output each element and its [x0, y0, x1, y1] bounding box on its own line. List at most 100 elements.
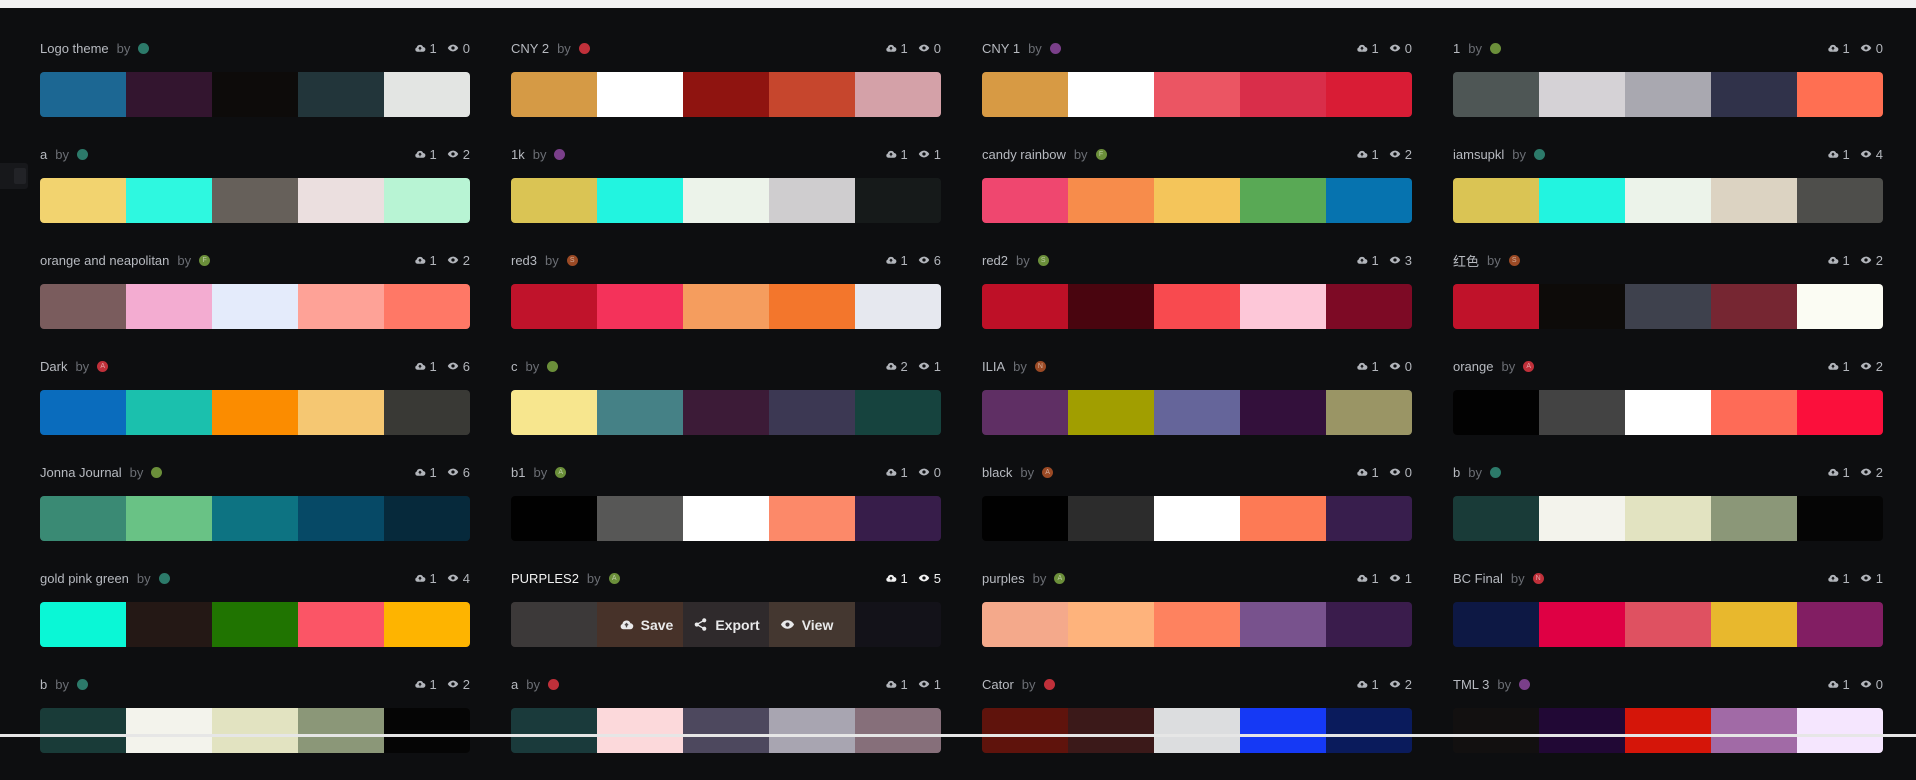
color-swatch[interactable] [298, 708, 384, 753]
color-swatch[interactable] [982, 72, 1068, 117]
color-swatch[interactable] [982, 496, 1068, 541]
color-swatch[interactable] [298, 602, 384, 647]
color-swatch[interactable] [1625, 496, 1711, 541]
cloud-save-icon[interactable] [1827, 254, 1839, 266]
color-swatches[interactable] [40, 602, 470, 647]
color-swatch[interactable] [1068, 72, 1154, 117]
cloud-save-icon[interactable] [885, 678, 897, 690]
side-drawer-handle[interactable] [0, 163, 28, 189]
palette-name[interactable]: b1 [511, 465, 525, 480]
color-swatch[interactable] [212, 708, 298, 753]
color-swatch[interactable] [1711, 708, 1797, 753]
color-swatch[interactable] [384, 390, 470, 435]
author-avatar[interactable] [158, 572, 170, 584]
color-swatches[interactable] [511, 496, 941, 541]
color-swatches[interactable] [982, 284, 1412, 329]
cloud-save-icon[interactable] [414, 42, 426, 54]
color-swatch[interactable] [769, 496, 855, 541]
author-avatar[interactable]: S [566, 254, 578, 266]
palette-card[interactable]: CNY 1 by 1 0 [982, 38, 1412, 144]
color-swatch[interactable] [1326, 178, 1412, 223]
palette-card[interactable]: Logo theme by 1 0 [40, 38, 470, 144]
color-swatches[interactable] [1453, 708, 1883, 753]
cloud-save-icon[interactable] [1827, 572, 1839, 584]
color-swatches[interactable] [982, 72, 1412, 117]
color-swatch[interactable] [1711, 178, 1797, 223]
author-avatar[interactable]: A [97, 360, 109, 372]
view-button[interactable]: View [780, 617, 833, 633]
color-swatch[interactable] [511, 496, 597, 541]
color-swatches[interactable] [40, 284, 470, 329]
color-swatch[interactable] [1326, 602, 1412, 647]
color-swatch[interactable] [126, 602, 212, 647]
color-swatch[interactable] [298, 390, 384, 435]
color-swatches[interactable] [982, 390, 1412, 435]
author-avatar[interactable] [151, 466, 163, 478]
export-button[interactable]: Export [693, 617, 760, 633]
color-swatch[interactable] [1539, 496, 1625, 541]
author-avatar[interactable]: N [1532, 572, 1544, 584]
author-avatar[interactable]: S [1037, 254, 1049, 266]
palette-card[interactable]: c by 2 1 [511, 356, 941, 462]
palette-name[interactable]: CNY 1 [982, 41, 1020, 56]
color-swatch[interactable] [1068, 178, 1154, 223]
color-swatch[interactable] [1797, 390, 1883, 435]
author-avatar[interactable]: A [1523, 360, 1535, 372]
color-swatches[interactable] [511, 178, 941, 223]
color-swatch[interactable] [1797, 72, 1883, 117]
color-swatch[interactable] [1453, 284, 1539, 329]
color-swatch[interactable] [1326, 708, 1412, 753]
palette-name[interactable]: red2 [982, 253, 1008, 268]
color-swatches[interactable] [1453, 602, 1883, 647]
color-swatch[interactable] [126, 390, 212, 435]
color-swatch[interactable] [982, 602, 1068, 647]
palette-name[interactable]: ILIA [982, 359, 1005, 374]
color-swatch[interactable] [683, 284, 769, 329]
color-swatch[interactable] [1539, 708, 1625, 753]
color-swatch[interactable] [40, 390, 126, 435]
color-swatch[interactable] [769, 284, 855, 329]
color-swatch[interactable] [769, 72, 855, 117]
palette-card[interactable]: Jonna Journal by 1 6 [40, 462, 470, 568]
color-swatch[interactable] [1240, 178, 1326, 223]
color-swatches[interactable] [982, 708, 1412, 753]
color-swatch[interactable] [384, 496, 470, 541]
color-swatches[interactable] [40, 178, 470, 223]
color-swatch[interactable] [597, 178, 683, 223]
color-swatch[interactable] [597, 708, 683, 753]
color-swatch[interactable] [298, 178, 384, 223]
color-swatches[interactable] [1453, 390, 1883, 435]
color-swatch[interactable] [1068, 708, 1154, 753]
palette-card[interactable]: b1 by A 1 0 [511, 462, 941, 568]
color-swatches[interactable] [511, 284, 941, 329]
color-swatch[interactable] [298, 72, 384, 117]
palette-card[interactable]: b by 1 2 [1453, 462, 1883, 568]
palette-card[interactable]: BC Final by N 1 1 [1453, 568, 1883, 674]
author-avatar[interactable] [1049, 42, 1061, 54]
color-swatch[interactable] [40, 284, 126, 329]
cloud-save-icon[interactable] [885, 360, 897, 372]
save-button[interactable]: Save [619, 617, 673, 633]
color-swatch[interactable] [1068, 496, 1154, 541]
color-swatch[interactable] [1453, 496, 1539, 541]
author-avatar[interactable] [547, 360, 559, 372]
color-swatch[interactable] [126, 72, 212, 117]
color-swatch[interactable] [597, 284, 683, 329]
color-swatch[interactable] [1326, 284, 1412, 329]
cloud-save-icon[interactable] [1827, 466, 1839, 478]
cloud-save-icon[interactable] [1356, 572, 1368, 584]
author-avatar[interactable]: N [1034, 360, 1046, 372]
palette-name[interactable]: red3 [511, 253, 537, 268]
color-swatch[interactable] [1326, 496, 1412, 541]
cloud-save-icon[interactable] [1356, 466, 1368, 478]
palette-card[interactable]: TML 3 by 1 0 [1453, 674, 1883, 780]
palette-name[interactable]: gold pink green [40, 571, 129, 586]
color-swatch[interactable] [597, 390, 683, 435]
color-swatch[interactable] [1326, 390, 1412, 435]
cloud-save-icon[interactable] [1356, 254, 1368, 266]
color-swatch[interactable] [855, 72, 941, 117]
palette-card[interactable]: red3 by S 1 6 [511, 250, 941, 356]
color-swatches[interactable] [511, 708, 941, 753]
palette-card[interactable]: purples by A 1 1 [982, 568, 1412, 674]
color-swatch[interactable] [1711, 496, 1797, 541]
